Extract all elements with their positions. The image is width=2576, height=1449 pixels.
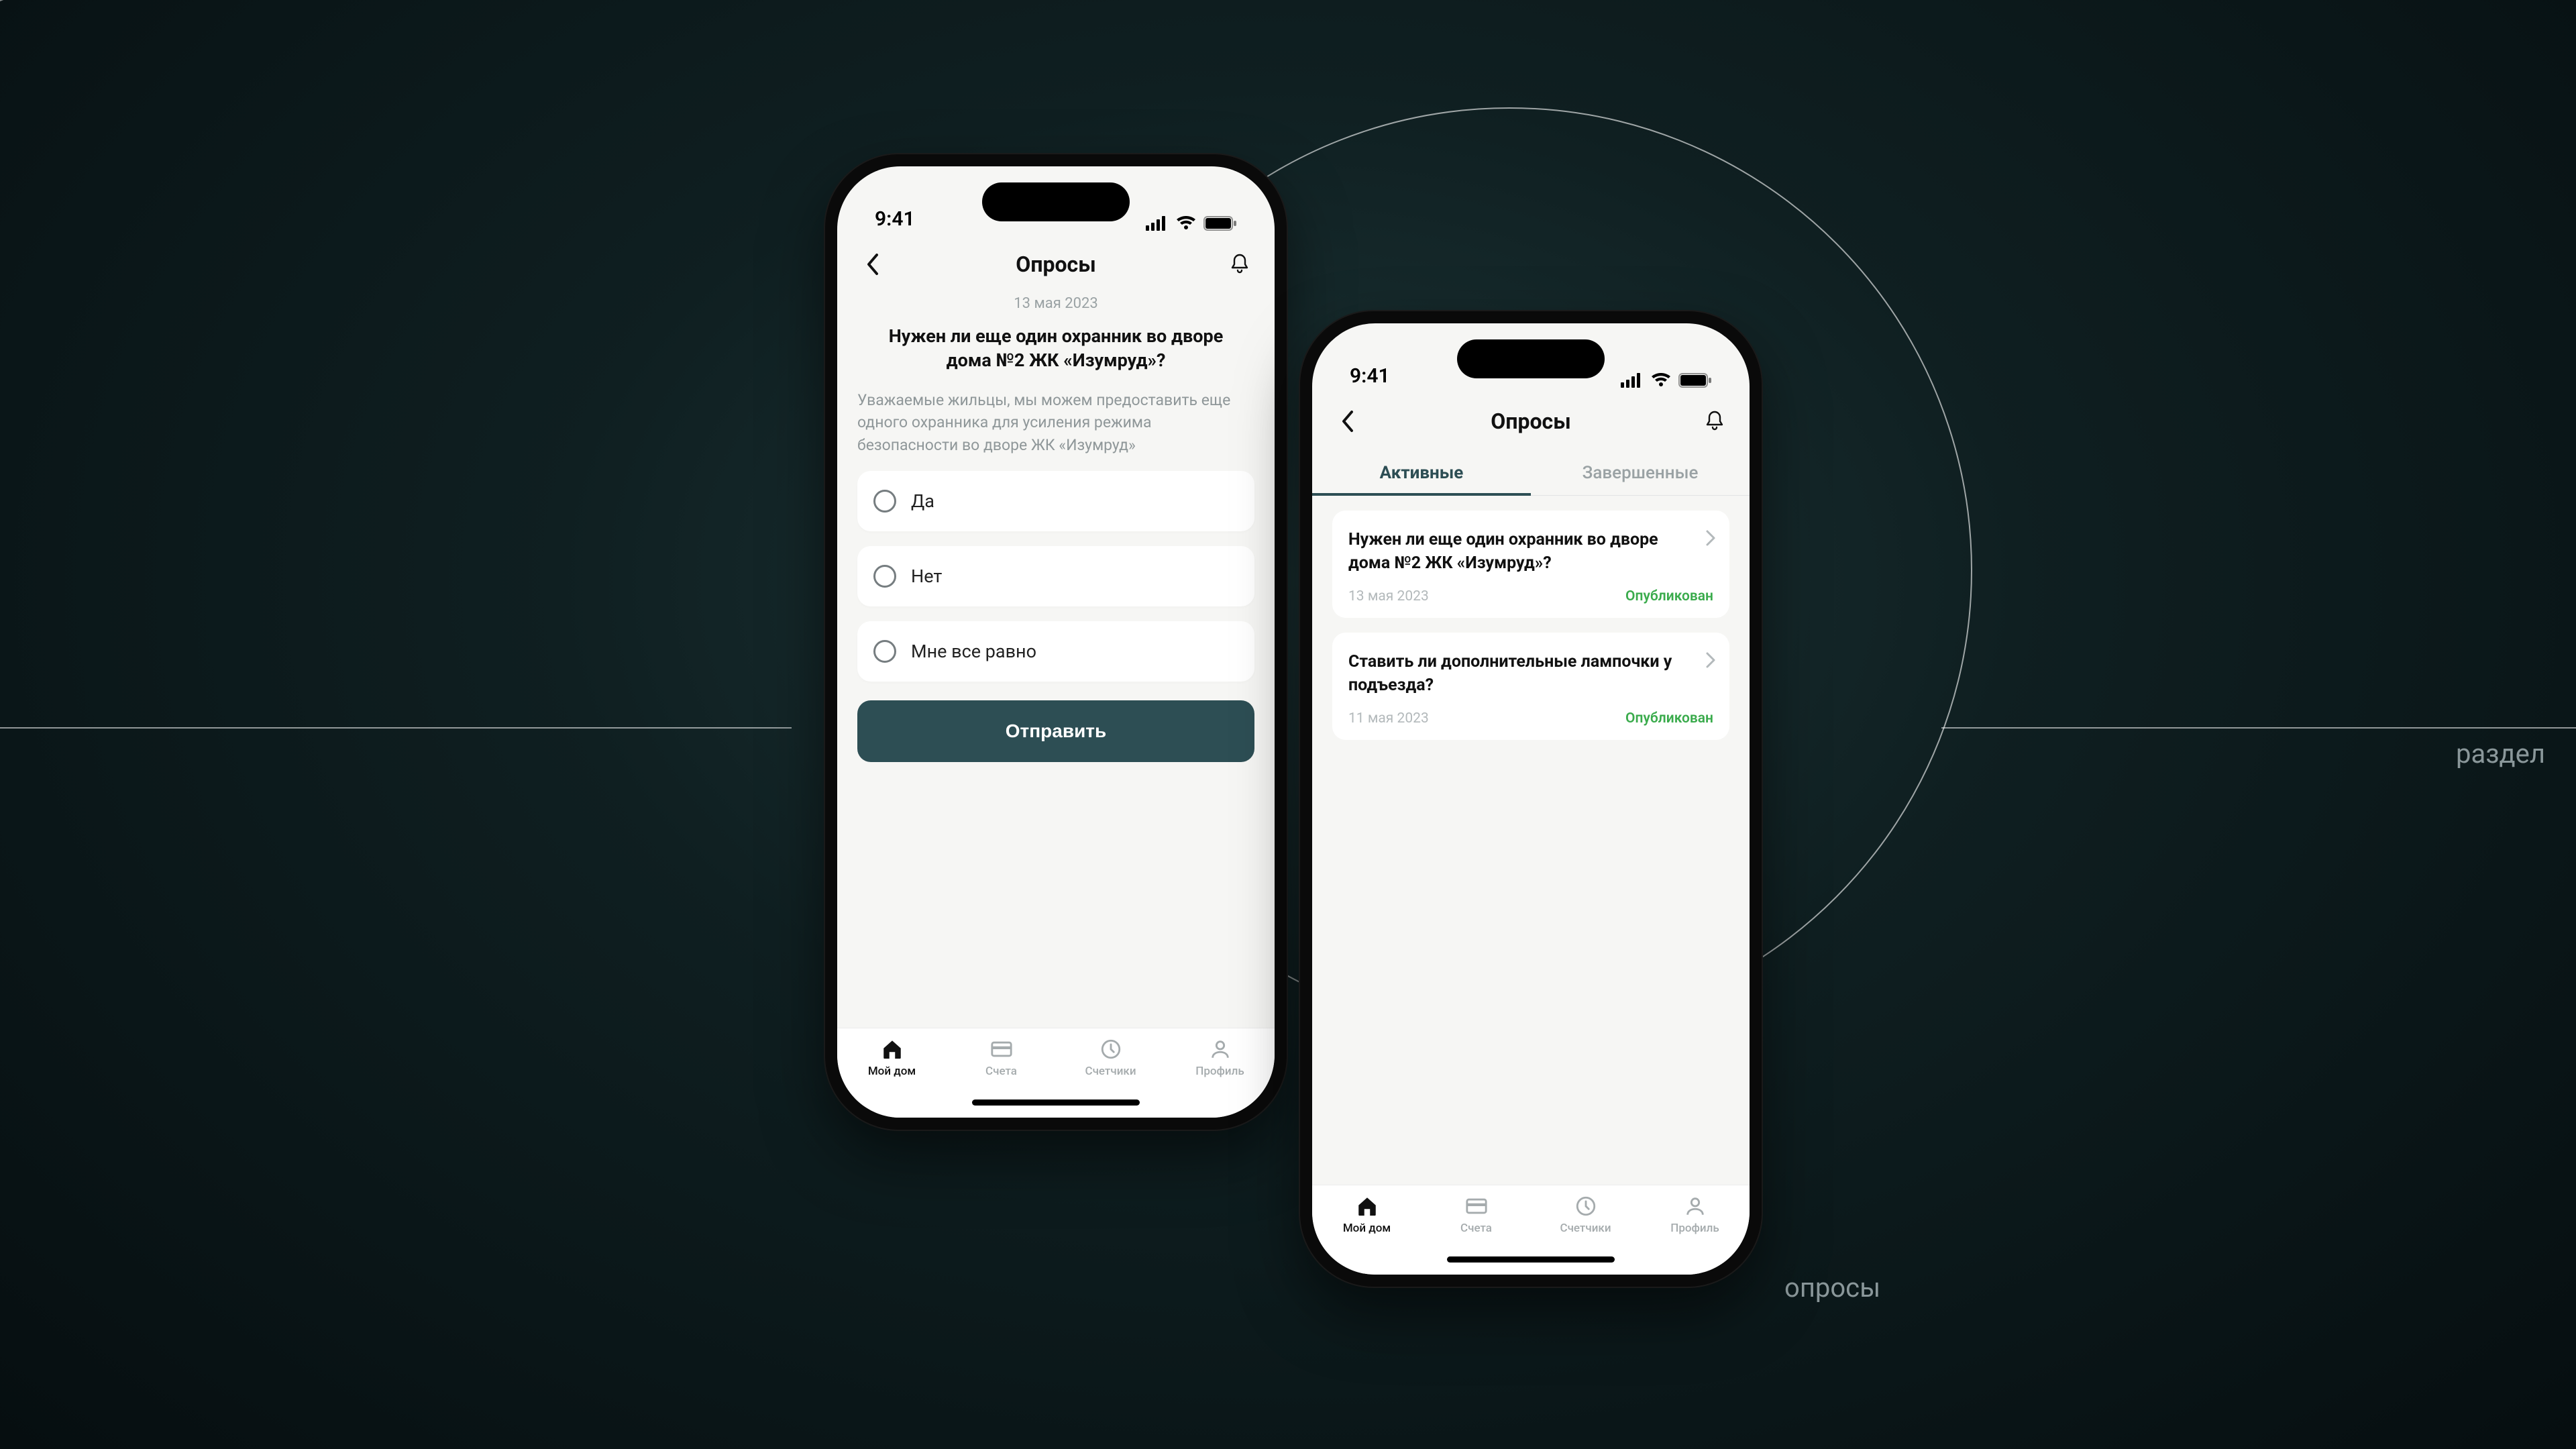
tab-completed-polls[interactable]: Завершенные: [1531, 451, 1750, 495]
tabbar-label: Счета: [1460, 1222, 1492, 1235]
tabbar-label: Профиль: [1195, 1065, 1244, 1078]
poll-card-date: 11 мая 2023: [1348, 710, 1429, 727]
nav-bar: Опросы: [1312, 397, 1750, 448]
chevron-right-icon: [1705, 529, 1716, 547]
home-indicator: [1447, 1256, 1615, 1263]
option-label: Да: [911, 490, 934, 512]
tabbar-label: Счетчики: [1560, 1222, 1611, 1235]
poll-card[interactable]: Ставить ли дополнительные лампочки у под…: [1332, 633, 1729, 740]
bell-icon: [1705, 410, 1725, 433]
option-label: Нет: [911, 566, 942, 587]
poll-card-title: Нужен ли еще один охранник во дворе дома…: [1348, 528, 1713, 575]
tabbar-item-meters[interactable]: Счетчики: [1531, 1195, 1640, 1235]
poll-date: 13 мая 2023: [857, 295, 1254, 312]
tabbar-item-home[interactable]: Мой дом: [837, 1038, 947, 1078]
decorative-line: [0, 727, 792, 729]
tabbar-item-meters[interactable]: Счетчики: [1056, 1038, 1165, 1078]
back-button[interactable]: [857, 250, 887, 279]
wifi-icon: [1175, 216, 1197, 231]
tabbar-label: Профиль: [1670, 1222, 1719, 1235]
notifications-button[interactable]: [1225, 250, 1254, 279]
person-icon: [1684, 1195, 1707, 1218]
status-time: 9:41: [1350, 364, 1390, 388]
tabbar-label: Мой дом: [1343, 1222, 1391, 1235]
tabbar-item-bills[interactable]: Счета: [947, 1038, 1056, 1078]
poll-description: Уважаемые жильцы, мы можем предоставить …: [857, 389, 1254, 456]
poll-card[interactable]: Нужен ли еще один охранник во дворе дома…: [1332, 511, 1729, 618]
chevron-right-icon: [1705, 651, 1716, 669]
cellular-icon: [1621, 373, 1644, 388]
poll-option-yes[interactable]: Да: [857, 471, 1254, 531]
page-title: Опросы: [1016, 252, 1095, 277]
dynamic-island: [1457, 339, 1605, 378]
card-icon: [990, 1038, 1013, 1061]
radio-icon: [873, 640, 896, 663]
tabbar-item-bills[interactable]: Счета: [1421, 1195, 1531, 1235]
option-label: Мне все равно: [911, 641, 1036, 662]
person-icon: [1209, 1038, 1232, 1061]
tabbar-item-home[interactable]: Мой дом: [1312, 1195, 1421, 1235]
wifi-icon: [1650, 373, 1672, 388]
nav-bar: Опросы: [837, 240, 1275, 291]
poll-card-date: 13 мая 2023: [1348, 588, 1429, 604]
section-label: раздел: [2456, 738, 2545, 769]
battery-icon: [1678, 373, 1712, 388]
radio-icon: [873, 490, 896, 513]
poll-question: Нужен ли еще один охранник во дворе дома…: [857, 324, 1254, 373]
tabbar-item-profile[interactable]: Профиль: [1640, 1195, 1750, 1235]
poll-card-status: Опубликован: [1625, 710, 1713, 727]
tabbar-label: Счета: [985, 1065, 1017, 1078]
chevron-left-icon: [865, 252, 879, 276]
home-indicator: [972, 1099, 1140, 1106]
card-icon: [1465, 1195, 1488, 1218]
clock-icon: [1099, 1038, 1122, 1061]
notifications-button[interactable]: [1700, 407, 1729, 436]
tabs: Активные Завершенные: [1312, 451, 1750, 496]
tabbar-label: Счетчики: [1085, 1065, 1136, 1078]
tab-active-polls[interactable]: Активные: [1312, 451, 1531, 495]
tabbar-label: Мой дом: [868, 1065, 916, 1078]
phone-mockup-poll-list: 9:41 Опросы Активные Завершенные Нужен: [1300, 311, 1762, 1287]
status-time: 9:41: [875, 207, 915, 231]
poll-option-neutral[interactable]: Мне все равно: [857, 621, 1254, 682]
clock-icon: [1574, 1195, 1597, 1218]
decorative-line: [0, 0, 576, 1]
dynamic-island: [982, 182, 1130, 221]
page-title: Опросы: [1491, 409, 1570, 434]
tabbar-item-profile[interactable]: Профиль: [1165, 1038, 1275, 1078]
bell-icon: [1230, 253, 1250, 276]
polls-label: опросы: [1784, 1272, 1880, 1303]
cellular-icon: [1146, 216, 1169, 231]
phone-mockup-poll-detail: 9:41 Опросы 13 мая 2023 Нужен ли еще оди…: [825, 154, 1287, 1130]
submit-button[interactable]: Отправить: [857, 700, 1254, 762]
poll-card-title: Ставить ли дополнительные лампочки у под…: [1348, 650, 1713, 697]
battery-icon: [1203, 216, 1237, 231]
home-icon: [881, 1038, 904, 1061]
poll-option-no[interactable]: Нет: [857, 546, 1254, 606]
back-button[interactable]: [1332, 407, 1362, 436]
decorative-line: [1941, 727, 2576, 729]
chevron-left-icon: [1340, 409, 1354, 433]
home-icon: [1356, 1195, 1379, 1218]
poll-card-status: Опубликован: [1625, 588, 1713, 604]
radio-icon: [873, 565, 896, 588]
